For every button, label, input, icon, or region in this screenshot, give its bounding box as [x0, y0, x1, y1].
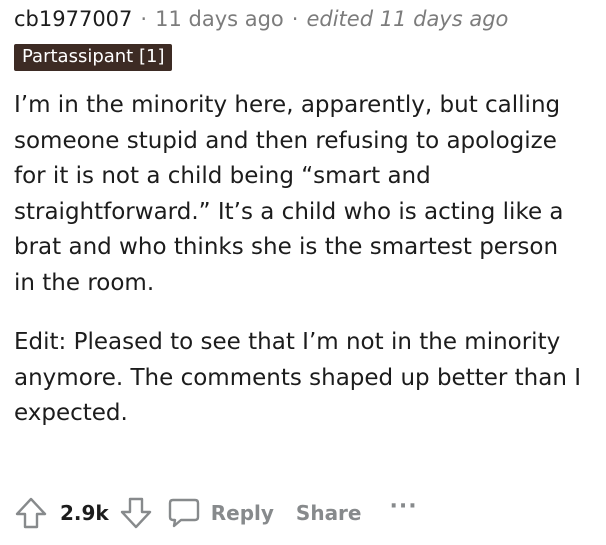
comment-body: I’m in the minority here, apparently, bu…	[14, 88, 584, 432]
share-button[interactable]: Share	[296, 501, 362, 525]
comment-paragraph: Edit: Pleased to see that I’m not in the…	[14, 329, 582, 426]
reply-label: Reply	[210, 501, 274, 525]
comment-actions: 2.9k Reply Share ···	[14, 492, 418, 534]
comment-edited: edited 11 days ago	[306, 7, 509, 31]
user-flair: Partassipant [1]	[14, 44, 173, 71]
vote-count: 2.9k	[60, 501, 109, 525]
comment-paragraph: I’m in the minority here, apparently, bu…	[14, 92, 564, 296]
comment-author[interactable]: cb1977007	[14, 7, 132, 31]
comment-meta: cb1977007 · 11 days ago · edited 11 days…	[14, 0, 594, 38]
reply-button[interactable]: Reply	[167, 496, 274, 530]
comment: cb1977007 · 11 days ago · edited 11 days…	[14, 0, 594, 456]
upvote-arrow-icon[interactable]	[14, 496, 48, 530]
comment-time[interactable]: 11 days ago	[155, 7, 284, 31]
more-dots-icon[interactable]: ···	[390, 496, 418, 518]
speech-bubble-icon	[167, 496, 201, 530]
downvote-arrow-icon[interactable]	[119, 496, 153, 530]
separator-dot: ·	[291, 7, 299, 31]
separator-dot: ·	[140, 7, 148, 31]
